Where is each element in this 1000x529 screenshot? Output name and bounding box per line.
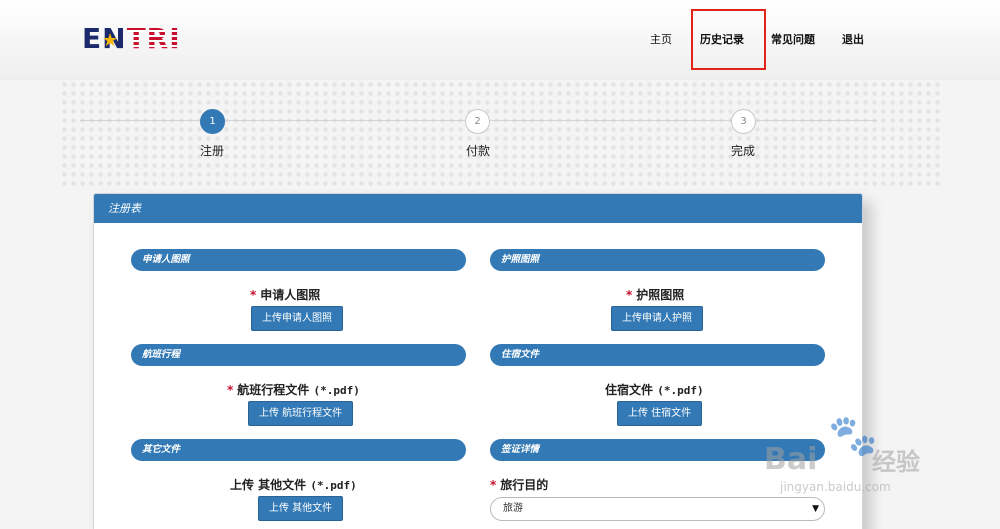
baidu-jingyan-watermark: Bai 经验 🐾 jingyan.baidu.com bbox=[760, 413, 960, 520]
header: ENTRI ★ 主页 历史记录 常见问题 退出 bbox=[0, 0, 1000, 80]
required-mark: * bbox=[250, 288, 257, 302]
travel-purpose-label-text: 旅行目的 bbox=[500, 478, 549, 492]
section-header-accommodation: 住宿文件 bbox=[490, 344, 825, 366]
accommodation-label: 住宿文件 (*.pdf) bbox=[605, 381, 704, 398]
travel-purpose-label: * 旅行目的 bbox=[490, 476, 548, 493]
section-header-applicant-photo: 申请人图照 bbox=[131, 249, 466, 271]
passport-photo-label: * 护照图照 bbox=[626, 286, 684, 303]
applicant-photo-label-text: 申请人图照 bbox=[260, 288, 321, 302]
nav-logout[interactable]: 退出 bbox=[842, 31, 864, 47]
upload-other-docs-button[interactable]: 上传 其他文件 bbox=[258, 496, 344, 521]
step-3-label: 完成 bbox=[730, 144, 755, 158]
watermark-url: jingyan.baidu.com bbox=[780, 480, 891, 494]
accommodation-suffix: (*.pdf) bbox=[657, 384, 704, 397]
other-docs-label: 上传 其他文件 (*.pdf) bbox=[230, 476, 357, 493]
required-mark: * bbox=[227, 383, 234, 397]
flight-itinerary-label-text: 航班行程文件 bbox=[237, 383, 310, 397]
step-2-label: 付款 bbox=[465, 144, 490, 158]
nav-home[interactable]: 主页 bbox=[650, 31, 672, 47]
nav-faq[interactable]: 常见问题 bbox=[771, 31, 815, 47]
step-1-circle: 1 bbox=[200, 109, 225, 134]
flight-itinerary-suffix: (*.pdf) bbox=[313, 384, 360, 397]
other-docs-label-text: 上传 其他文件 bbox=[230, 478, 307, 492]
step-2-circle: 2 bbox=[465, 109, 490, 134]
passport-photo-label-text: 护照图照 bbox=[636, 288, 685, 302]
applicant-photo-label: * 申请人图照 bbox=[250, 286, 320, 303]
history-highlight-box bbox=[691, 9, 766, 70]
watermark-brand-cn: 经验 bbox=[872, 448, 920, 476]
panel-title: 注册表 bbox=[94, 194, 862, 223]
main-nav: 主页 历史记录 常见问题 退出 bbox=[0, 31, 1000, 49]
travel-purpose-value: 旅游 bbox=[503, 503, 523, 514]
upload-flight-itinerary-button[interactable]: 上传 航班行程文件 bbox=[248, 401, 354, 426]
required-mark: * bbox=[626, 288, 633, 302]
step-3-circle: 3 bbox=[731, 109, 756, 134]
other-docs-suffix: (*.pdf) bbox=[310, 479, 357, 492]
step-1-label: 注册 bbox=[199, 144, 224, 158]
upload-passport-button[interactable]: 上传申请人护照 bbox=[611, 306, 703, 331]
flight-itinerary-label: * 航班行程文件 (*.pdf) bbox=[227, 381, 360, 398]
world-map-background bbox=[60, 80, 940, 190]
paw-icon: 🐾 bbox=[828, 413, 878, 459]
watermark-brand: Bai bbox=[764, 442, 818, 477]
section-header-passport-photo: 护照图照 bbox=[490, 249, 825, 271]
upload-applicant-photo-button[interactable]: 上传申请人图照 bbox=[251, 306, 343, 331]
upload-accommodation-button[interactable]: 上传 住宿文件 bbox=[617, 401, 703, 426]
section-header-other-docs: 其它文件 bbox=[131, 439, 466, 461]
required-mark: * bbox=[490, 478, 497, 492]
accommodation-label-text: 住宿文件 bbox=[605, 383, 654, 397]
section-header-flight: 航班行程 bbox=[131, 344, 466, 366]
